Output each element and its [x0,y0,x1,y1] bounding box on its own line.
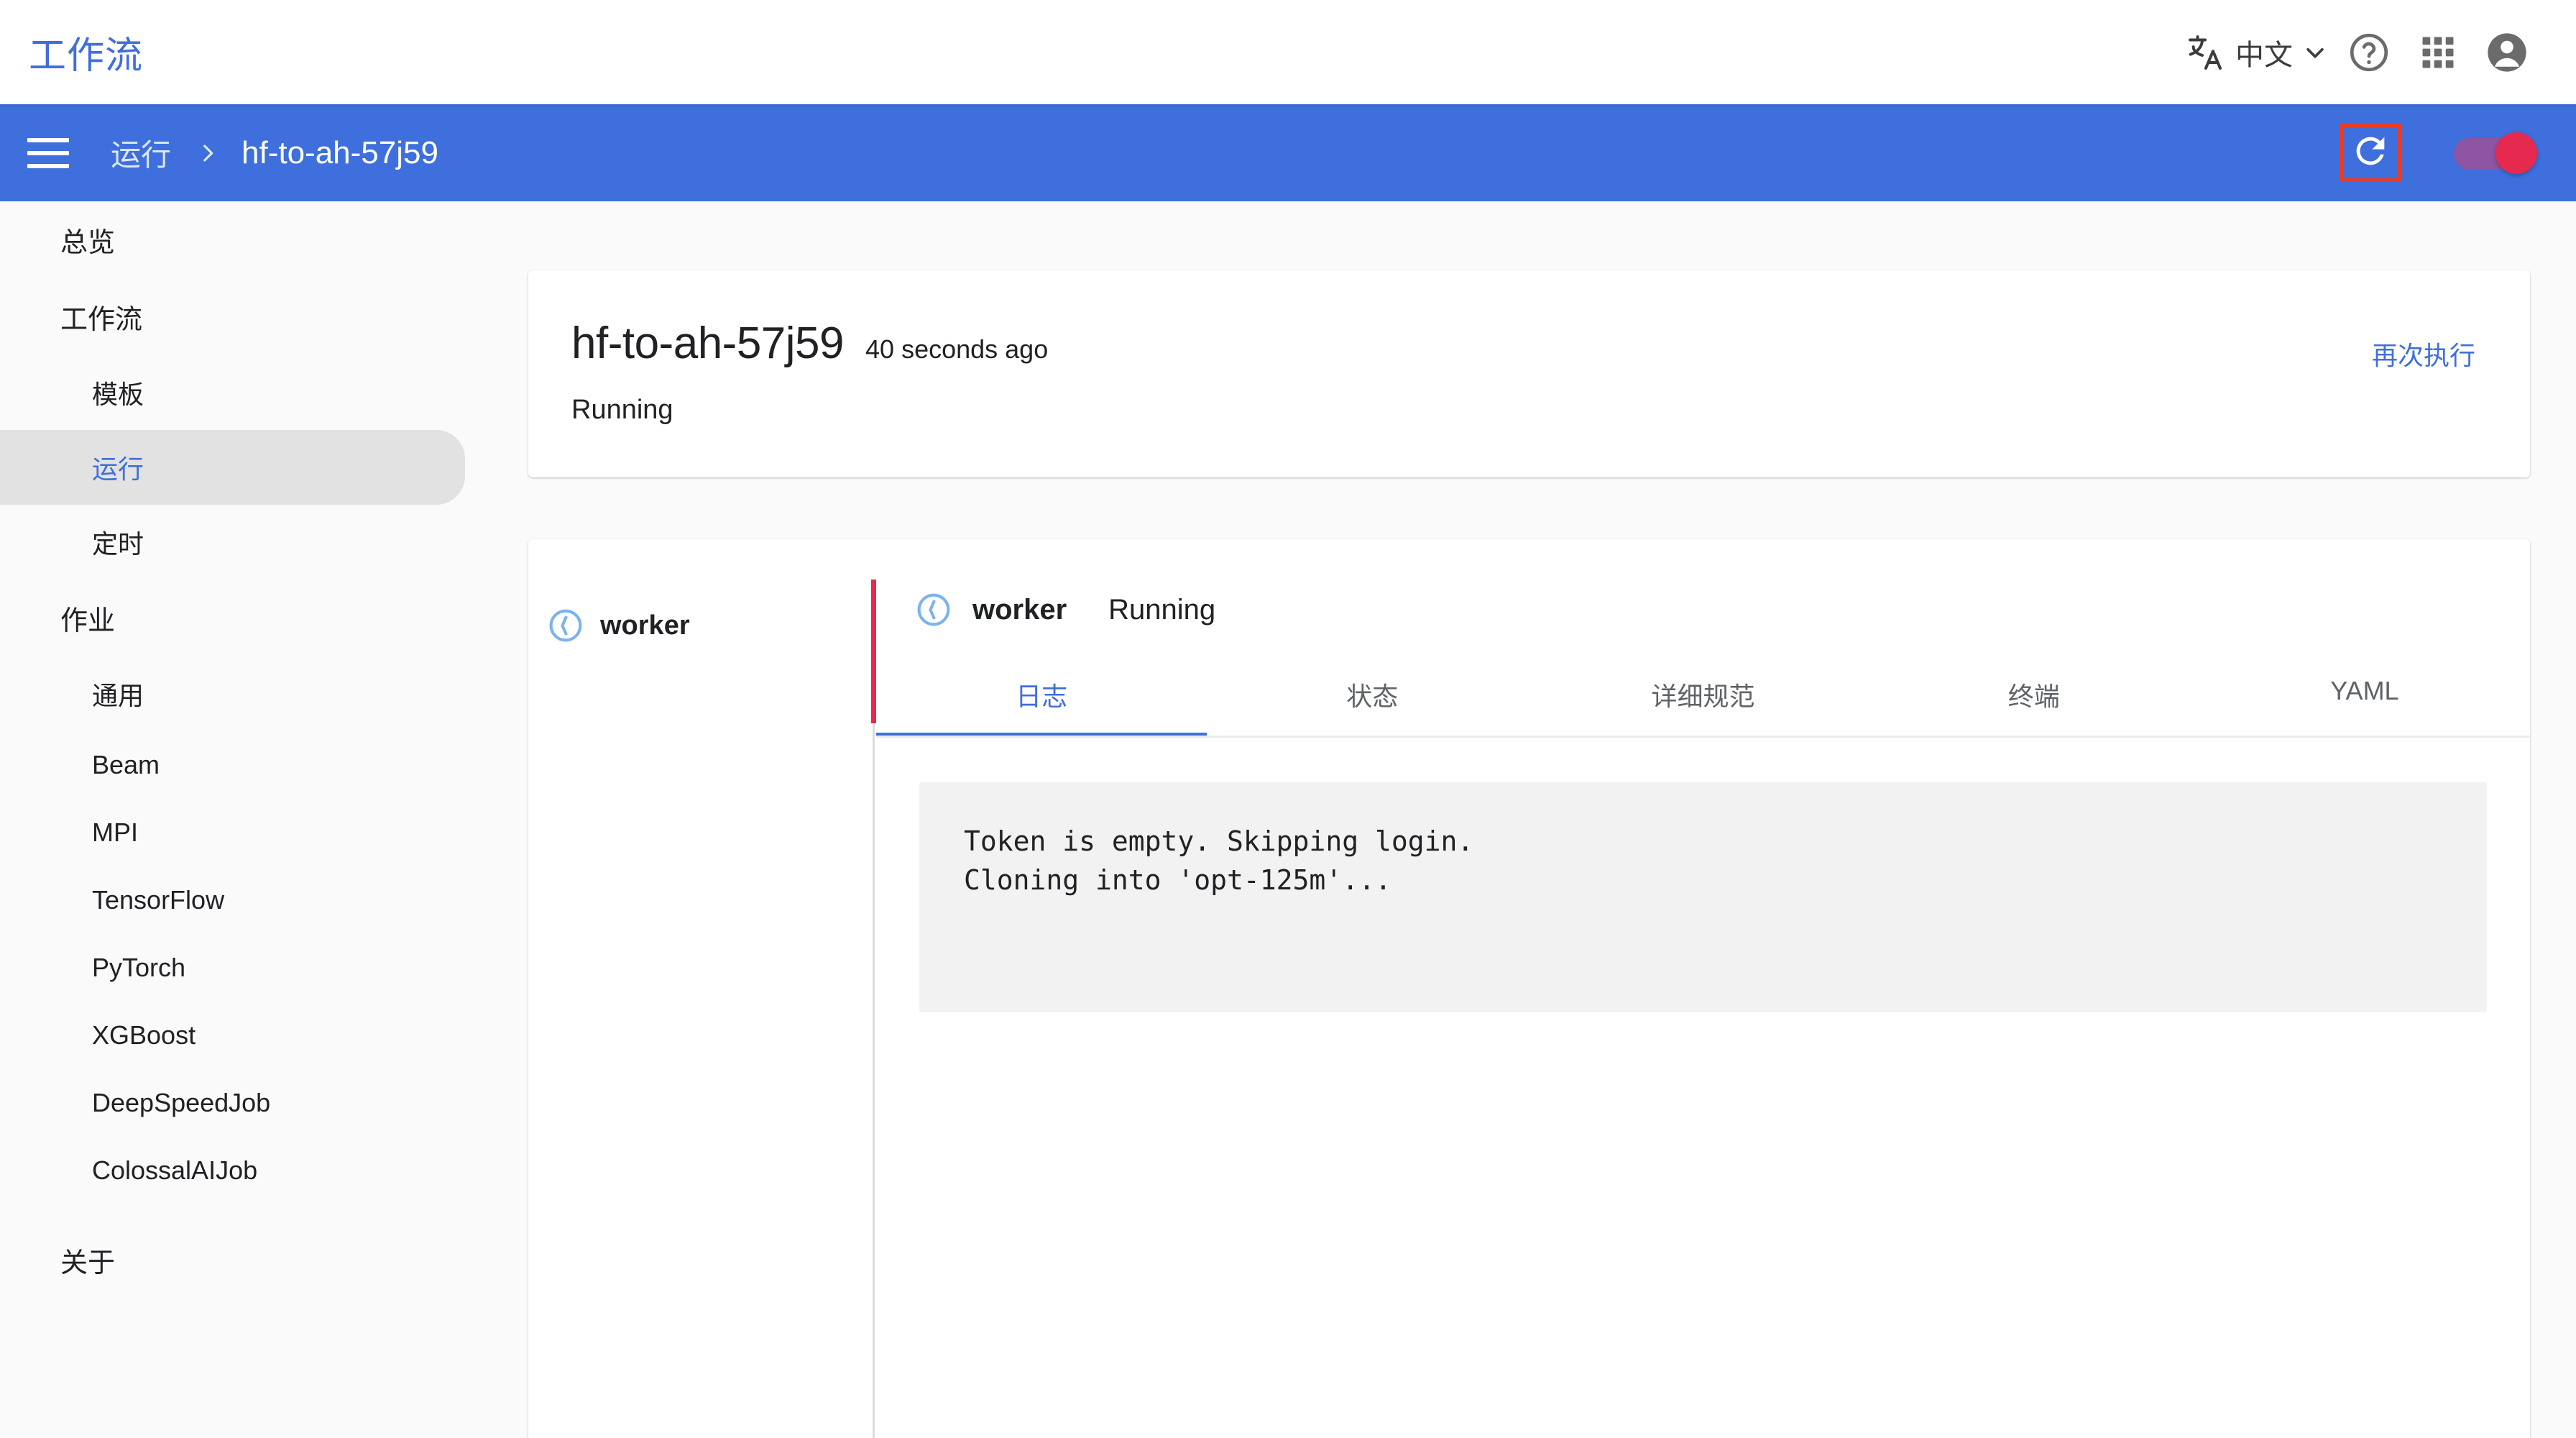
auto-refresh-toggle[interactable] [2454,132,2539,174]
brand-title[interactable]: 工作流 [29,25,143,79]
run-status: Running [571,395,673,425]
worker-panel-state: Running [1108,593,1216,626]
sidebar-item-pytorch[interactable]: PyTorch [0,934,465,1002]
divider-line [873,723,875,1438]
run-summary-card: hf-to-ah-57j59 40 seconds ago 再次执行 Runni… [528,270,2530,477]
sidebar-item-about[interactable]: 关于 [0,1222,528,1299]
worker-tabs: 日志 状态 详细规范 终端 YAML [876,663,2530,738]
sidebar-item-xgboost[interactable]: XGBoost [0,1002,465,1069]
language-selector[interactable]: 中文 [2178,32,2334,73]
log-line: Cloning into 'opt-125m'... [964,864,1392,896]
run-age: 40 seconds ago [865,334,1049,364]
log-output[interactable]: Token is empty. Skipping login. Cloning … [919,782,2487,1012]
chevron-down-icon [2303,40,2327,65]
divider-accent-bar [871,580,876,723]
sidebar-item-deepspeedjob[interactable]: DeepSpeedJob [0,1069,465,1137]
sidebar-item-tensorflow[interactable]: TensorFlow [0,866,465,934]
tab-logs[interactable]: 日志 [876,663,1208,738]
tab-status[interactable]: 状态 [1207,663,1537,738]
run-summary-header: hf-to-ah-57j59 40 seconds ago [528,270,2530,369]
page-title: hf-to-ah-57j59 [571,319,845,368]
worker-panel-divider [871,539,876,1438]
refresh-button[interactable] [2340,124,2401,182]
sidebar-item-general[interactable]: 通用 [0,656,465,731]
sidebar-item-colossalaijob[interactable]: ColossalAIJob [0,1137,465,1204]
breadcrumb-current: hf-to-ah-57j59 [242,134,438,170]
breadcrumb-actions [2340,124,2539,182]
app-root: 工作流 中文 运行 hf-to-ah-57j59 总览 工作流 模板 运行 定时… [0,0,2576,1438]
pending-clock-icon [915,591,952,628]
apps-grid-icon [2418,32,2458,73]
breadcrumb-separator-icon [196,141,220,165]
account-circle-icon [2484,29,2530,75]
language-label: 中文 [2235,39,2293,71]
sidebar-section-jobs[interactable]: 作业 [0,580,528,656]
pending-clock-icon [547,607,584,644]
sidebar: 总览 工作流 模板 运行 定时 作业 通用 Beam MPI TensorFlo… [0,201,528,1438]
hamburger-menu-icon[interactable] [27,130,73,176]
sidebar-item-templates[interactable]: 模板 [0,355,465,430]
sidebar-item-schedules[interactable]: 定时 [0,505,465,580]
sidebar-item-runs[interactable]: 运行 [0,430,465,505]
top-bar-actions: 中文 [2178,18,2542,87]
breadcrumb-bar: 运行 hf-to-ah-57j59 [0,104,2576,201]
log-line: Token is empty. Skipping login. [964,825,1474,857]
worker-list-item-label: worker [600,610,690,641]
rerun-button[interactable]: 再次执行 [2372,335,2475,372]
tab-terminal[interactable]: 终端 [1869,663,2199,738]
list-item[interactable]: worker [528,597,871,654]
tabs-baseline [876,736,2530,738]
account-button[interactable] [2472,18,2542,87]
main-content: hf-to-ah-57j59 40 seconds ago 再次执行 Runni… [528,201,2576,1438]
tab-spec[interactable]: 详细规范 [1537,663,1868,738]
worker-list: worker [528,539,871,1438]
translate-icon [2185,32,2225,73]
worker-panel-name: worker [972,593,1067,626]
refresh-icon [2350,130,2391,175]
sidebar-item-beam[interactable]: Beam [0,731,465,799]
worker-panel-header: worker Running [876,539,2530,628]
run-detail-card: worker worker Running 日志 状态 详细规范 终端 YAML… [528,539,2530,1438]
worker-panel: worker Running 日志 状态 详细规范 终端 YAML Token … [876,539,2530,1438]
sidebar-section-workflows[interactable]: 工作流 [0,278,528,355]
breadcrumb-parent[interactable]: 运行 [111,131,171,175]
sidebar-item-overview[interactable]: 总览 [0,201,528,278]
tab-yaml[interactable]: YAML [2199,663,2530,738]
toggle-thumb [2496,132,2537,174]
help-circle-icon [2347,30,2391,75]
sidebar-item-mpi[interactable]: MPI [0,799,465,866]
top-bar: 工作流 中文 [0,0,2576,104]
apps-button[interactable] [2404,18,2472,87]
help-button[interactable] [2334,18,2404,87]
